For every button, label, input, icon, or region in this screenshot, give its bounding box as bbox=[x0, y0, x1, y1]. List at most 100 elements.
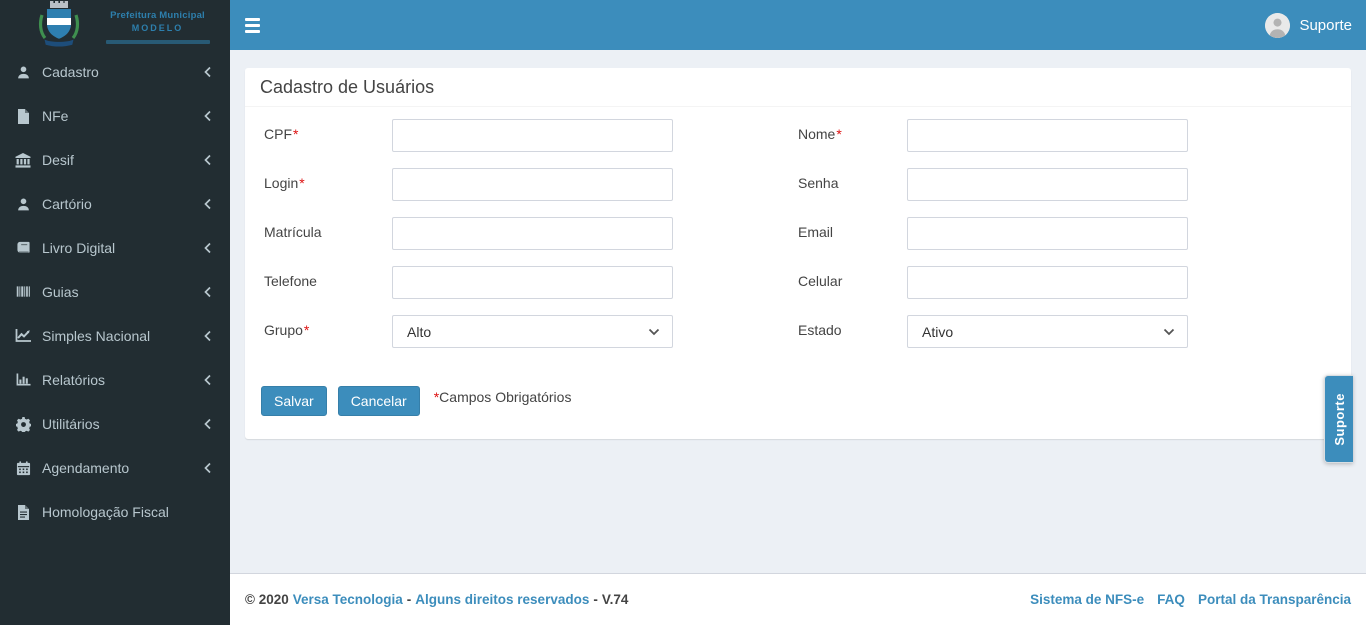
celular-field[interactable] bbox=[907, 266, 1188, 299]
sidebar-item-nfe[interactable]: NFe bbox=[0, 94, 230, 138]
login-label: Login* bbox=[264, 175, 305, 191]
sidebar-item-agendamento[interactable]: Agendamento bbox=[0, 446, 230, 490]
senha-field[interactable] bbox=[907, 168, 1188, 201]
sidebar-toggle-button[interactable] bbox=[230, 0, 275, 50]
chevron-left-icon bbox=[204, 66, 211, 78]
footer-copyright: © 2020 Versa Tecnologia - Alguns direitos r… bbox=[245, 592, 628, 607]
hamburger-icon bbox=[245, 17, 260, 21]
required-asterisk: * bbox=[299, 175, 305, 191]
form-row-telefone: Telefone bbox=[264, 266, 798, 299]
barcode-icon bbox=[15, 284, 31, 300]
sidebar-item-desif[interactable]: Desif bbox=[0, 138, 230, 182]
sidebar-item-relatorios[interactable]: Relatórios bbox=[0, 358, 230, 402]
user-icon bbox=[15, 196, 31, 212]
estado-label: Estado bbox=[798, 322, 842, 338]
sidebar-item-livro-digital[interactable]: Livro Digital bbox=[0, 226, 230, 270]
senha-label: Senha bbox=[798, 175, 839, 191]
email-label: Email bbox=[798, 224, 834, 240]
cpf-label: CPF* bbox=[264, 126, 299, 142]
company-link[interactable]: Versa Tecnologia bbox=[293, 592, 403, 607]
user-menu[interactable]: Suporte bbox=[1251, 0, 1366, 50]
sidebar-item-cadastro[interactable]: Cadastro bbox=[0, 50, 230, 94]
grupo-select[interactable]: Alto bbox=[392, 315, 673, 348]
user-menu-label: Suporte bbox=[1299, 16, 1352, 34]
chevron-left-icon bbox=[204, 418, 211, 430]
form-row-grupo: Grupo* Alto bbox=[264, 315, 798, 348]
chevron-left-icon bbox=[204, 154, 211, 166]
form-row-estado: Estado Ativo bbox=[798, 315, 1336, 348]
sidebar-item-label: Homologação Fiscal bbox=[42, 504, 169, 520]
form-actions: Salvar Cancelar *Campos Obrigatórios bbox=[245, 364, 1351, 439]
telefone-field[interactable] bbox=[392, 266, 673, 299]
form-row-cpf: CPF* bbox=[264, 119, 798, 152]
matricula-field[interactable] bbox=[392, 217, 673, 250]
support-side-tab[interactable]: Suporte bbox=[1324, 375, 1353, 463]
rights-link[interactable]: Alguns direitos reservados bbox=[415, 592, 589, 607]
logo-tagline bbox=[105, 40, 210, 44]
sidebar-item-cartorio[interactable]: Cartório bbox=[0, 182, 230, 226]
form-row-login: Login* bbox=[264, 168, 798, 201]
line-chart-icon bbox=[15, 328, 31, 344]
cancel-button[interactable]: Cancelar bbox=[337, 386, 420, 416]
copyright-year: © 2020 bbox=[245, 592, 289, 607]
sidebar-item-label: Utilitários bbox=[42, 416, 100, 432]
separator: - bbox=[406, 592, 412, 607]
footer-link-nfse[interactable]: Sistema de NFS-e bbox=[1030, 592, 1144, 607]
sidebar-item-label: Agendamento bbox=[42, 460, 130, 476]
sidebar-item-label: Cadastro bbox=[42, 64, 99, 80]
app-logo[interactable]: Prefeitura Municipal MODELO bbox=[0, 0, 230, 52]
footer-link-transparencia[interactable]: Portal da Transparência bbox=[1198, 592, 1351, 607]
file-icon bbox=[15, 108, 31, 124]
topbar: Suporte bbox=[230, 0, 1366, 50]
required-fields-note: *Campos Obrigatórios bbox=[433, 389, 572, 405]
sidebar-item-label: Relatórios bbox=[42, 372, 106, 388]
cpf-field[interactable] bbox=[392, 119, 673, 152]
book-icon bbox=[15, 240, 31, 256]
nome-field[interactable] bbox=[907, 119, 1188, 152]
form-row-matricula: Matrícula bbox=[264, 217, 798, 250]
calendar-icon bbox=[15, 460, 31, 476]
sidebar-menu: Cadastro NFe Desif Cartório Livro Digita… bbox=[0, 50, 230, 534]
bar-chart-icon bbox=[15, 372, 31, 388]
user-registration-card: Cadastro de Usuários CPF* Login* Matrícu… bbox=[245, 68, 1351, 439]
logo-title: Prefeitura Municipal bbox=[110, 10, 205, 21]
main-content: Cadastro de Usuários CPF* Login* Matrícu… bbox=[230, 50, 1366, 573]
sidebar-item-label: Cartório bbox=[42, 196, 92, 212]
sidebar-item-utilitarios[interactable]: Utilitários bbox=[0, 402, 230, 446]
required-asterisk: * bbox=[303, 322, 310, 338]
logo-subtitle: MODELO bbox=[131, 23, 184, 33]
sidebar-item-label: Livro Digital bbox=[42, 240, 116, 256]
avatar bbox=[1265, 12, 1291, 38]
form-row-celular: Celular bbox=[798, 266, 1336, 299]
bank-icon bbox=[15, 152, 31, 168]
sidebar-item-simples-nacional[interactable]: Simples Nacional bbox=[0, 314, 230, 358]
sidebar-item-label: Simples Nacional bbox=[42, 328, 151, 344]
sidebar-item-homologacao-fiscal[interactable]: Homologação Fiscal bbox=[0, 490, 230, 534]
chevron-left-icon bbox=[204, 462, 211, 474]
email-field[interactable] bbox=[907, 217, 1188, 250]
telefone-label: Telefone bbox=[264, 273, 317, 289]
page-title: Cadastro de Usuários bbox=[260, 77, 435, 97]
footer: © 2020 Versa Tecnologia - Alguns direitos r… bbox=[230, 573, 1366, 625]
form-row-email: Email bbox=[798, 217, 1336, 250]
form-row-nome: Nome* bbox=[798, 119, 1336, 152]
footer-link-faq[interactable]: FAQ bbox=[1157, 592, 1185, 607]
estado-select[interactable]: Ativo bbox=[907, 315, 1188, 348]
municipal-crest-icon bbox=[38, 1, 80, 47]
support-side-tab-label: Suporte bbox=[1331, 392, 1347, 446]
sidebar-item-label: NFe bbox=[42, 108, 69, 124]
nome-label: Nome* bbox=[798, 126, 842, 142]
gear-icon bbox=[15, 416, 31, 432]
login-field[interactable] bbox=[392, 168, 673, 201]
matricula-label: Matrícula bbox=[264, 224, 322, 240]
sidebar-item-label: Guias bbox=[42, 284, 79, 300]
chevron-left-icon bbox=[204, 110, 211, 122]
chevron-left-icon bbox=[204, 242, 211, 254]
logo-text: Prefeitura Municipal MODELO bbox=[95, 10, 220, 44]
save-button[interactable]: Salvar bbox=[261, 386, 327, 416]
celular-label: Celular bbox=[798, 273, 843, 289]
chevron-left-icon bbox=[204, 198, 211, 210]
sidebar-item-guias[interactable]: Guias bbox=[0, 270, 230, 314]
sidebar: Prefeitura Municipal MODELO Cadastro NFe… bbox=[0, 0, 230, 625]
form-row-senha: Senha bbox=[798, 168, 1336, 201]
